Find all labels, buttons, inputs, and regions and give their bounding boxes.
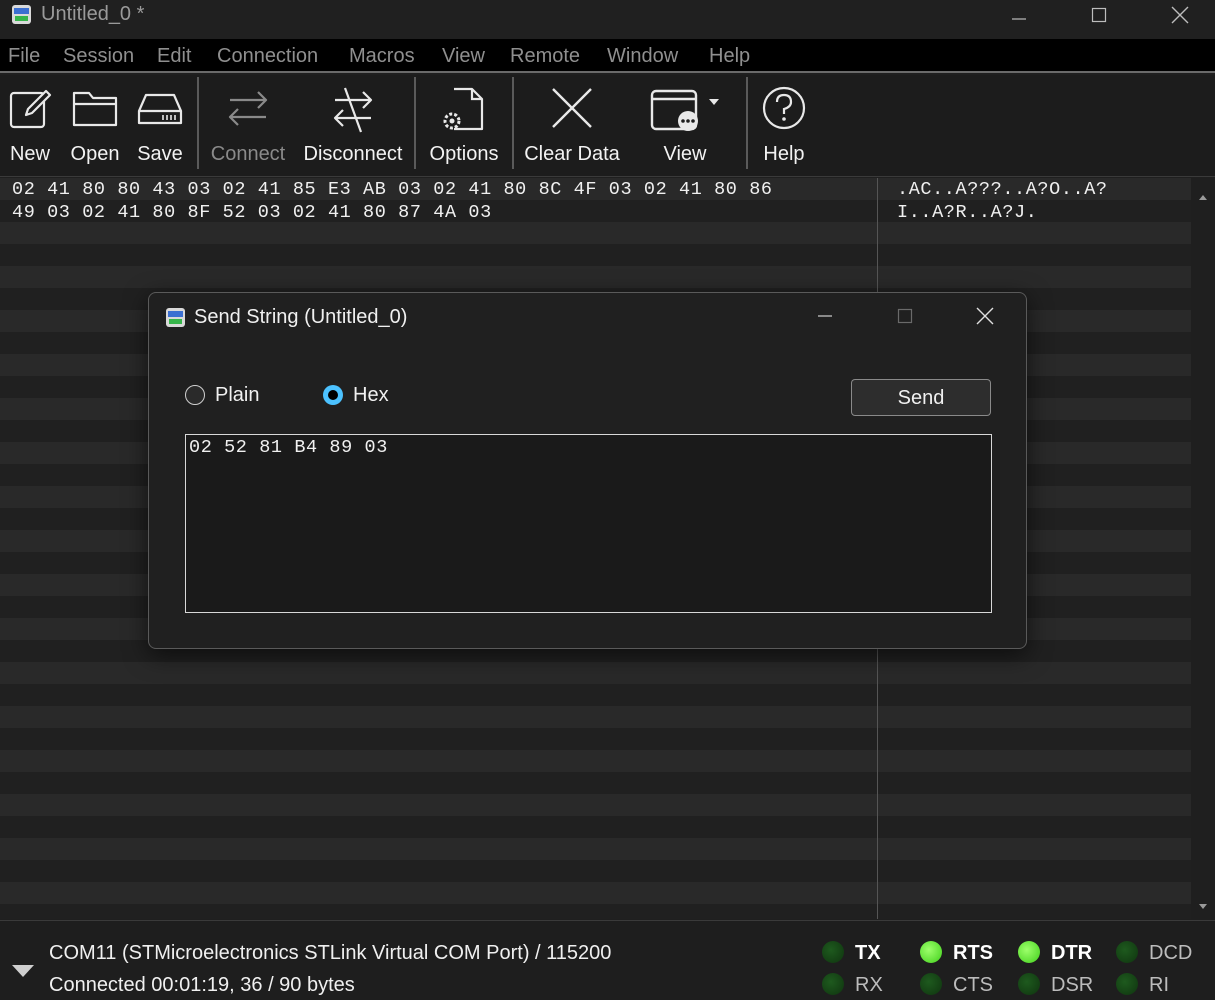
disconnect-label: Disconnect xyxy=(303,143,403,165)
close-icon xyxy=(1171,6,1189,24)
new-button[interactable]: New xyxy=(0,75,60,177)
rts-led[interactable] xyxy=(920,941,942,963)
maximize-button[interactable] xyxy=(1059,0,1139,30)
options-button[interactable]: Options xyxy=(422,75,506,177)
menu-bar: File Session Edit Connection Macros View… xyxy=(0,39,1215,73)
maximize-icon xyxy=(897,308,913,324)
options-label: Options xyxy=(429,143,499,165)
open-label: Open xyxy=(70,143,120,165)
tx-label: TX xyxy=(855,942,881,964)
minimize-icon xyxy=(1012,18,1026,20)
rx-label: RX xyxy=(855,974,883,996)
ri-label: RI xyxy=(1149,974,1169,996)
help-label: Help xyxy=(763,143,805,165)
menu-session[interactable]: Session xyxy=(63,45,134,68)
dtr-label: DTR xyxy=(1051,942,1093,964)
folder-icon xyxy=(72,91,118,127)
menu-macros[interactable]: Macros xyxy=(349,45,415,68)
dialog-title: Send String (Untitled_0) xyxy=(194,306,408,328)
dtr-led[interactable] xyxy=(1018,941,1040,963)
toolbar-separator xyxy=(746,77,748,169)
menu-window[interactable]: Window xyxy=(607,45,678,68)
disconnect-button[interactable]: Disconnect xyxy=(298,75,408,177)
hex-radio-label[interactable]: Hex xyxy=(353,384,389,407)
cts-label: CTS xyxy=(953,974,993,996)
send-button[interactable]: Send xyxy=(851,379,991,416)
connect-label: Connect xyxy=(210,143,286,165)
view-button[interactable]: View xyxy=(640,75,730,177)
close-button[interactable] xyxy=(1140,0,1215,30)
connect-button[interactable]: Connect xyxy=(205,75,291,177)
minimize-button[interactable] xyxy=(979,0,1059,30)
send-string-input-value: 02 52 81 B4 89 03 xyxy=(189,437,388,458)
send-string-input[interactable]: 02 52 81 B4 89 03 xyxy=(185,434,992,613)
save-label: Save xyxy=(137,143,183,165)
help-question-icon xyxy=(762,86,806,130)
menu-view[interactable]: View xyxy=(442,45,485,68)
app-icon xyxy=(166,308,185,327)
clear-data-button[interactable]: Clear Data xyxy=(518,75,626,177)
vertical-scrollbar[interactable] xyxy=(1191,178,1215,919)
scroll-down-icon xyxy=(1199,904,1207,909)
disconnect-icon xyxy=(333,87,373,133)
connection-status: Connected 00:01:19, 36 / 90 bytes xyxy=(49,974,355,996)
ascii-line: .AC..A???..A?O..A? xyxy=(897,179,1108,200)
dsr-label: DSR xyxy=(1051,974,1094,996)
expand-chevron-icon[interactable] xyxy=(10,961,36,981)
app-icon xyxy=(12,5,31,24)
toolbar-separator xyxy=(414,77,416,169)
toolbar-separator xyxy=(512,77,514,169)
options-document-gear-icon xyxy=(443,87,484,131)
hex-line: 49 03 02 41 80 8F 52 03 02 41 80 87 4A 0… xyxy=(12,202,492,223)
scroll-up-icon xyxy=(1199,195,1207,200)
close-icon xyxy=(976,307,994,325)
port-status: COM11 (STMicroelectronics STLink Virtual… xyxy=(49,942,612,964)
ascii-line: I..A?R..A?J. xyxy=(897,202,1038,223)
toolbar-separator xyxy=(197,77,199,169)
cts-led xyxy=(920,973,942,995)
menu-help[interactable]: Help xyxy=(709,45,750,68)
menu-file[interactable]: File xyxy=(8,45,40,68)
hex-radio[interactable] xyxy=(323,385,343,405)
help-button[interactable]: Help xyxy=(754,75,814,177)
window-title: Untitled_0 * xyxy=(41,3,145,25)
dialog-maximize-button[interactable] xyxy=(865,301,945,331)
minimize-icon xyxy=(818,315,832,317)
toolbar: New Open Save Connect Disconnect Options… xyxy=(0,75,1215,177)
send-string-dialog: Send String (Untitled_0) Plain Hex Send … xyxy=(148,292,1027,649)
hex-line: 02 41 80 80 43 03 02 41 85 E3 AB 03 02 4… xyxy=(12,179,773,200)
new-label: New xyxy=(9,143,50,165)
new-file-icon xyxy=(9,89,52,129)
tx-led xyxy=(822,941,844,963)
rts-label: RTS xyxy=(953,942,993,964)
dcd-led xyxy=(1116,941,1138,963)
ri-led xyxy=(1116,973,1138,995)
dialog-close-button[interactable] xyxy=(945,301,1025,331)
rx-led xyxy=(822,973,844,995)
clear-x-icon xyxy=(552,88,592,128)
menu-remote[interactable]: Remote xyxy=(510,45,580,68)
dsr-led xyxy=(1018,973,1040,995)
open-button[interactable]: Open xyxy=(64,75,126,177)
dcd-label: DCD xyxy=(1149,942,1193,964)
drive-icon xyxy=(137,93,183,125)
clear-data-label: Clear Data xyxy=(524,143,620,165)
plain-radio[interactable] xyxy=(185,385,205,405)
view-label: View xyxy=(663,143,707,165)
menu-connection[interactable]: Connection xyxy=(217,45,318,68)
dialog-minimize-button[interactable] xyxy=(785,301,865,331)
status-bar: COM11 (STMicroelectronics STLink Virtual… xyxy=(0,920,1215,1000)
plain-radio-label[interactable]: Plain xyxy=(215,384,259,407)
maximize-icon xyxy=(1091,7,1107,23)
menu-edit[interactable]: Edit xyxy=(157,45,191,68)
view-window-icon xyxy=(650,89,719,131)
title-bar: Untitled_0 * xyxy=(0,0,1215,39)
connect-arrows-icon xyxy=(228,91,268,126)
save-button[interactable]: Save xyxy=(130,75,190,177)
